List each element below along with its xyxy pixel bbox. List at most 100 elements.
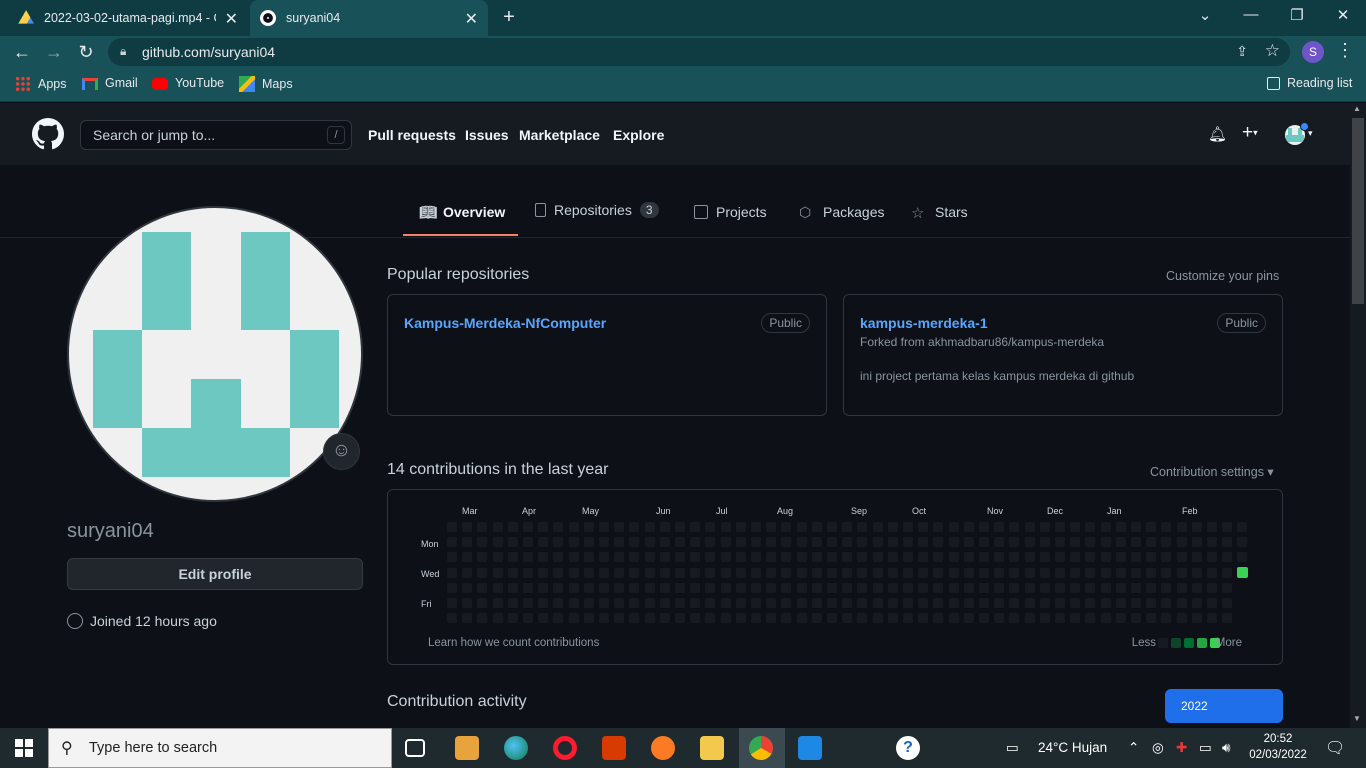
bookmark-star-icon[interactable]: ☆ xyxy=(1265,41,1280,61)
contribution-day[interactable] xyxy=(1115,522,1126,532)
contribution-day[interactable] xyxy=(462,613,473,624)
contribution-day[interactable] xyxy=(492,567,503,578)
contribution-day[interactable] xyxy=(918,582,929,593)
contribution-day[interactable] xyxy=(1009,598,1020,608)
contribution-day[interactable] xyxy=(857,567,868,578)
contribution-day[interactable] xyxy=(903,598,913,608)
contribution-day[interactable] xyxy=(705,582,716,593)
nav-pull-requests[interactable]: Pull requests xyxy=(368,127,456,143)
contribution-day[interactable] xyxy=(766,598,777,608)
contribution-day[interactable] xyxy=(583,598,594,608)
contribution-day[interactable] xyxy=(918,613,929,624)
nav-explore[interactable]: Explore xyxy=(613,127,664,143)
xampp-icon[interactable] xyxy=(651,736,675,760)
contribution-day[interactable] xyxy=(872,582,883,593)
contribution-day[interactable] xyxy=(1131,537,1141,548)
contribution-day[interactable] xyxy=(781,567,792,578)
contribution-day[interactable] xyxy=(796,613,807,624)
contribution-day[interactable] xyxy=(538,598,549,608)
back-button[interactable]: ← xyxy=(11,41,33,63)
contribution-day[interactable] xyxy=(675,522,685,532)
contribution-day[interactable] xyxy=(477,582,488,593)
contribution-day[interactable] xyxy=(963,522,974,532)
contribution-day[interactable] xyxy=(1146,582,1157,593)
contribution-day[interactable] xyxy=(842,552,853,563)
contribution-day[interactable] xyxy=(979,567,989,578)
contribution-day[interactable] xyxy=(1131,522,1141,532)
contribution-day[interactable] xyxy=(614,537,625,548)
contribution-day[interactable] xyxy=(842,613,853,624)
repo-link[interactable]: kampus-merdeka-1 xyxy=(860,315,988,331)
contribution-day[interactable] xyxy=(447,522,457,532)
contribution-day[interactable] xyxy=(857,522,868,532)
contribution-day[interactable] xyxy=(1176,552,1187,563)
contribution-day[interactable] xyxy=(1207,552,1217,563)
contribution-day[interactable] xyxy=(538,567,549,578)
contribution-day[interactable] xyxy=(1055,522,1065,532)
contribution-day[interactable] xyxy=(447,537,457,548)
contribution-day[interactable] xyxy=(827,552,837,563)
contribution-day[interactable] xyxy=(659,598,670,608)
contribution-day[interactable] xyxy=(887,537,898,548)
contribution-day[interactable] xyxy=(1039,552,1050,563)
new-tab-button[interactable]: + xyxy=(498,6,520,28)
contribution-day[interactable] xyxy=(705,567,716,578)
contribution-day[interactable] xyxy=(1024,598,1035,608)
contribution-day[interactable] xyxy=(1100,613,1111,624)
contribution-day[interactable] xyxy=(918,552,929,563)
contribution-day[interactable] xyxy=(1009,613,1020,624)
contribution-day[interactable] xyxy=(675,598,685,608)
contribution-day[interactable] xyxy=(994,537,1005,548)
meet-icon[interactable]: ◎ xyxy=(1152,740,1164,756)
browser-profile-avatar[interactable]: S xyxy=(1302,41,1324,63)
close-window-button[interactable]: ✕ xyxy=(1330,6,1356,24)
contribution-day[interactable] xyxy=(1191,537,1202,548)
contribution-day[interactable] xyxy=(751,582,761,593)
contribution-day[interactable] xyxy=(751,522,761,532)
contribution-day[interactable] xyxy=(644,613,655,624)
url-text[interactable]: github.com/suryani04 xyxy=(142,44,275,60)
contribution-day[interactable] xyxy=(1100,522,1111,532)
contribution-day[interactable] xyxy=(553,537,564,548)
bookmark-gmail[interactable]: Gmail xyxy=(82,76,138,90)
contribution-day[interactable] xyxy=(720,522,731,532)
contribution-day[interactable] xyxy=(614,552,625,563)
contribution-day[interactable] xyxy=(538,552,549,563)
contribution-day[interactable] xyxy=(751,613,761,624)
contribution-day[interactable] xyxy=(1115,537,1126,548)
contribution-day[interactable] xyxy=(1009,522,1020,532)
contribution-day[interactable] xyxy=(1024,522,1035,532)
contribution-day[interactable] xyxy=(872,567,883,578)
contribution-day[interactable] xyxy=(796,598,807,608)
contribution-day[interactable] xyxy=(1222,582,1233,593)
contribution-day[interactable] xyxy=(599,537,609,548)
contribution-day[interactable] xyxy=(477,613,488,624)
contribution-day[interactable] xyxy=(811,582,822,593)
contribution-day[interactable] xyxy=(933,598,944,608)
contribution-day[interactable] xyxy=(811,598,822,608)
contribution-day[interactable] xyxy=(857,582,868,593)
contribution-day[interactable] xyxy=(492,613,503,624)
set-status-smiley-icon[interactable]: ☺ xyxy=(323,433,360,470)
contribution-day[interactable] xyxy=(948,552,959,563)
contribution-day[interactable] xyxy=(553,522,564,532)
tab-overview[interactable]: 📖︎ Overview xyxy=(419,204,505,220)
contribution-day[interactable] xyxy=(1191,613,1202,624)
contribution-day[interactable] xyxy=(1100,552,1111,563)
contribution-day[interactable] xyxy=(903,537,913,548)
contribution-day[interactable] xyxy=(523,537,533,548)
contribution-day[interactable] xyxy=(766,537,777,548)
contribution-day[interactable] xyxy=(523,582,533,593)
contribution-day[interactable] xyxy=(644,582,655,593)
contribution-day[interactable] xyxy=(1146,598,1157,608)
contribution-day[interactable] xyxy=(811,552,822,563)
contribution-day[interactable] xyxy=(796,567,807,578)
contribution-day[interactable] xyxy=(599,613,609,624)
contribution-day[interactable] xyxy=(1024,567,1035,578)
contribution-day[interactable] xyxy=(599,522,609,532)
contribution-day[interactable] xyxy=(948,567,959,578)
year-2022-button[interactable]: 2022 xyxy=(1165,689,1283,723)
contribution-day[interactable] xyxy=(1207,567,1217,578)
contribution-day[interactable] xyxy=(1039,598,1050,608)
contribution-day[interactable] xyxy=(979,613,989,624)
